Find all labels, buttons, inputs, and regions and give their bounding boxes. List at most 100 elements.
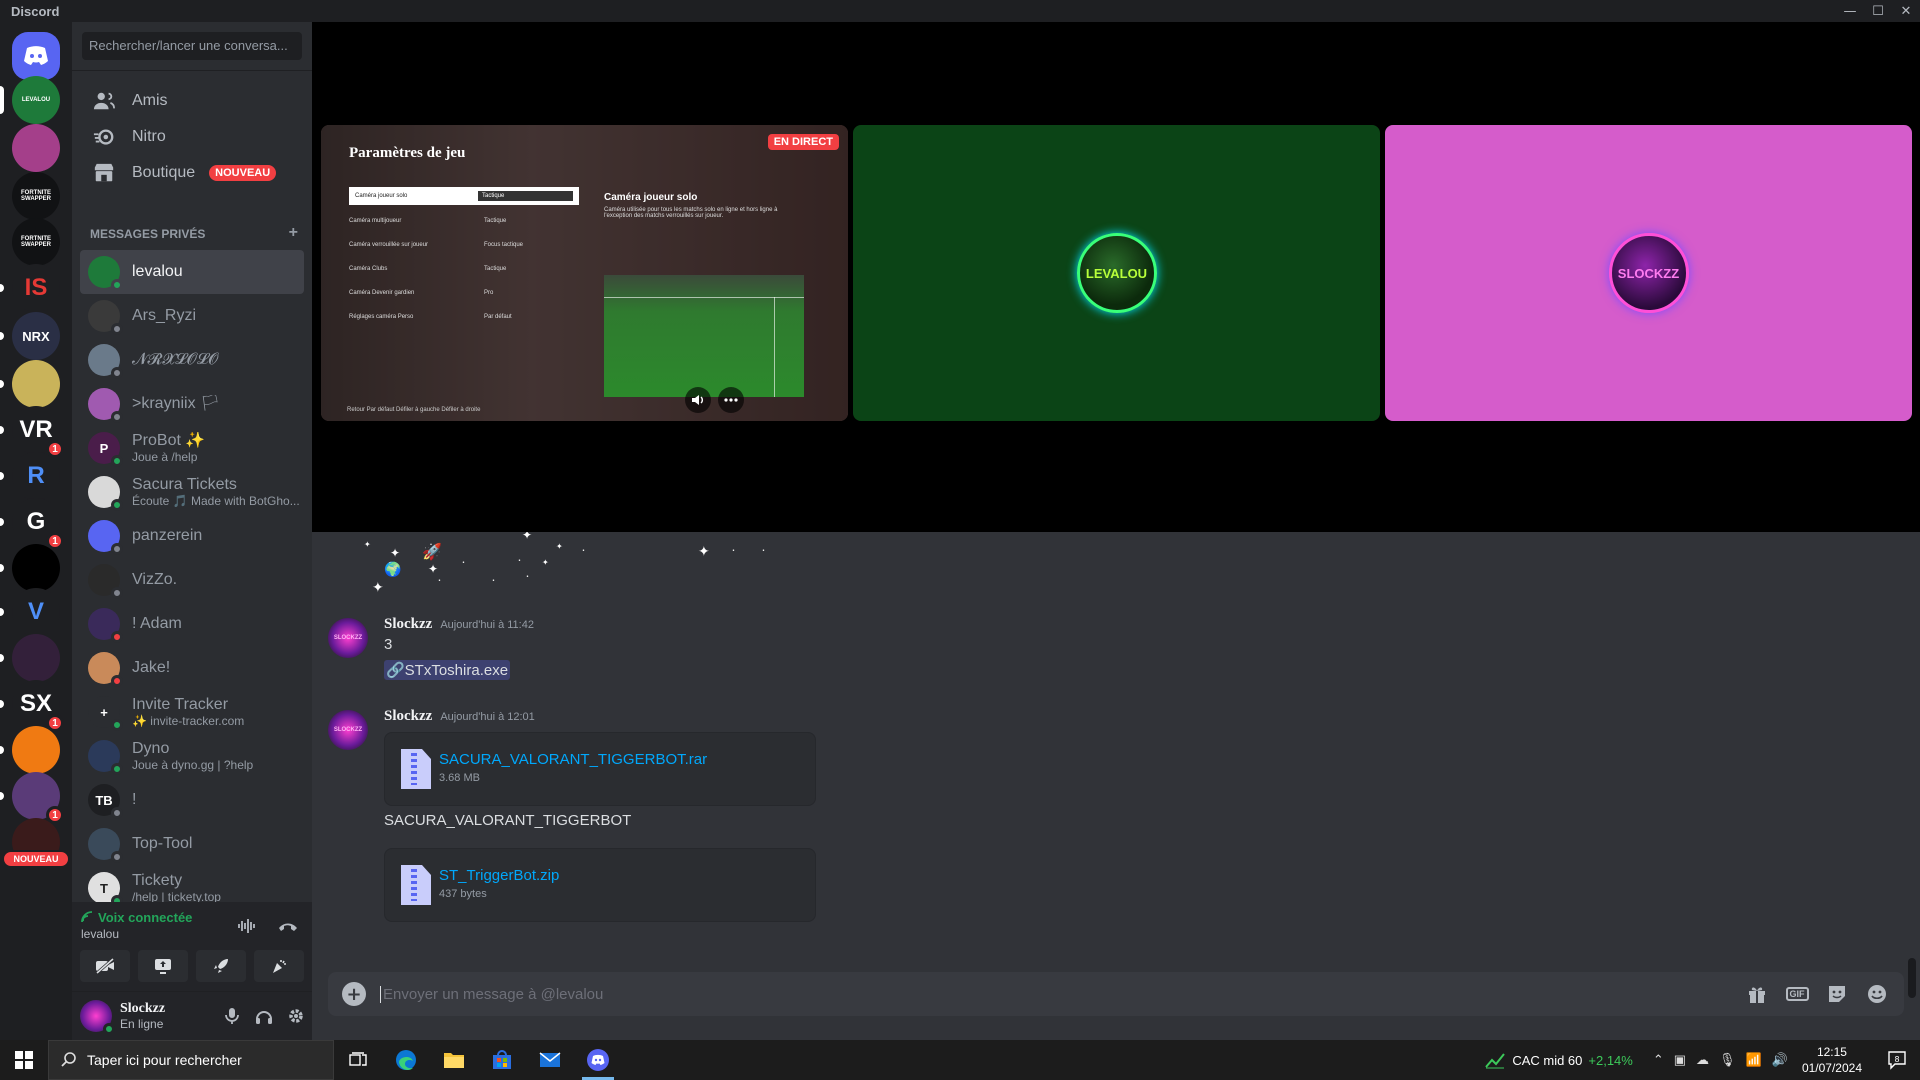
add-dm-button[interactable]: +	[289, 225, 298, 241]
taskbar-store[interactable]	[478, 1040, 526, 1080]
attach-button[interactable]: +	[342, 982, 366, 1006]
stream-menu-row: Caméra Devenir gardien Pro	[349, 281, 579, 305]
message-author[interactable]: Slockzz	[384, 708, 432, 725]
disconnect-button[interactable]	[272, 910, 304, 942]
server-icon-server-sx[interactable]: SX 1	[12, 680, 64, 732]
clock[interactable]: 12:15 01/07/2024	[1802, 1044, 1862, 1076]
task-view-button[interactable]	[334, 1040, 382, 1080]
network-icon[interactable]: 📶	[1746, 1052, 1762, 1068]
notification-center-button[interactable]: 8	[1882, 1050, 1912, 1070]
server-icon-fortnite-swapper-2[interactable]: FORTNITE SWAPPER	[12, 218, 60, 266]
voice-status-label: Voix connectée	[98, 910, 193, 925]
microphone-tray-icon[interactable]: 🎙	[1719, 1052, 1736, 1068]
user-info[interactable]: Slockzz En ligne	[120, 1001, 165, 1031]
server-icon-server-wolf[interactable]: 1	[12, 772, 64, 824]
server-icon-server-r[interactable]: R	[12, 452, 60, 500]
server-icon-server-g[interactable]: G1	[12, 498, 64, 550]
emoji-icon	[1868, 985, 1886, 1003]
attachment-name[interactable]: SACURA_VALORANT_TIGGERBOT.rar	[439, 751, 707, 768]
emoji-button[interactable]	[1864, 981, 1890, 1007]
sticker-button[interactable]	[1824, 981, 1850, 1007]
message-input[interactable]: Envoyer un message à @levalou	[380, 985, 1744, 1003]
server-icon-server-vr[interactable]: VR 1	[12, 406, 64, 458]
server-icon-server-is[interactable]: IS	[12, 264, 60, 312]
server-icon-levalou[interactable]: LEVALOU	[12, 76, 60, 124]
message-link[interactable]: 🔗STxToshira.exe	[384, 660, 511, 680]
dm-item[interactable]: Sacura Tickets Écoute 🎵 Made with BotGho.…	[80, 470, 304, 514]
dm-avatar	[88, 564, 123, 599]
stream-tile[interactable]: Paramètres de jeu Caméra joueur solo Tact…	[321, 125, 848, 421]
server-icon-server-shield[interactable]	[12, 634, 60, 682]
server-icon-server-nouveau[interactable]: NOUVEAU	[2, 818, 70, 868]
mail-icon	[539, 1052, 561, 1067]
stream-volume-button[interactable]	[685, 387, 711, 413]
stream-more-button[interactable]	[718, 387, 744, 413]
settings-button[interactable]	[280, 1000, 312, 1032]
deafen-button[interactable]	[248, 1000, 280, 1032]
chevron-up-icon[interactable]: ⌃	[1653, 1052, 1664, 1068]
server-label: LEVALOU	[21, 97, 51, 103]
message-avatar[interactable]: SLOCKZZ	[328, 710, 368, 750]
message-avatar[interactable]: SLOCKZZ	[328, 618, 368, 658]
dm-item[interactable]: ! Adam	[80, 602, 304, 646]
dm-item[interactable]: P ProBot ✨ Joue à /help	[80, 426, 304, 470]
participant-tile-slockzz[interactable]: SLOCKZZ	[1385, 125, 1912, 421]
taskbar-edge[interactable]	[382, 1040, 430, 1080]
server-icon-server-yellow[interactable]	[12, 360, 60, 408]
participant-avatar: LEVALOU	[1076, 233, 1157, 313]
gif-button[interactable]: GIF	[1784, 981, 1810, 1007]
taskbar-explorer[interactable]	[430, 1040, 478, 1080]
maximize-button[interactable]: ☐	[1864, 0, 1892, 22]
gift-button[interactable]	[1744, 981, 1770, 1007]
start-button[interactable]	[0, 1040, 48, 1080]
file-attachment: SACURA_VALORANT_TIGGERBOT.rar 3.68 MB	[384, 732, 816, 806]
dm-item[interactable]: >krayniix 🏳	[80, 382, 304, 426]
chat-scrollbar[interactable]	[1908, 958, 1916, 998]
mute-button[interactable]	[216, 1000, 248, 1032]
dm-item[interactable]: VizZo.	[80, 558, 304, 602]
dm-item[interactable]: Top-Tool	[80, 822, 304, 866]
dm-item[interactable]: levalou	[80, 250, 304, 294]
folder-icon	[444, 1053, 464, 1068]
server-icon-server-orange[interactable]	[12, 726, 60, 774]
minimize-button[interactable]: —	[1836, 0, 1864, 22]
taskbar-search[interactable]: Taper ici pour rechercher	[48, 1040, 334, 1080]
dm-item[interactable]: TB!	[80, 778, 304, 822]
conversation-search-input[interactable]: Rechercher/lancer une conversa...	[82, 32, 302, 60]
stream-menu-value: Tactique	[484, 266, 507, 272]
message-author[interactable]: Slockzz	[384, 616, 432, 633]
stream-menu: Caméra joueur solo Tactique Caméra multijo…	[349, 187, 579, 329]
participant-tile-levalou[interactable]: LEVALOU	[853, 125, 1380, 421]
soundboard-button[interactable]	[254, 950, 304, 982]
nav-shop[interactable]: Boutique NOUVEAU	[80, 152, 304, 194]
screen-share-button[interactable]	[138, 950, 188, 982]
dm-item[interactable]: + Invite Tracker ✨ invite-tracker.com	[80, 690, 304, 734]
camera-off-button[interactable]	[80, 950, 130, 982]
noise-suppression-button[interactable]	[230, 910, 262, 942]
volume-icon[interactable]: 🔊	[1772, 1052, 1788, 1068]
voice-channel-name[interactable]: levalou	[81, 927, 119, 941]
server-icon-server-globe[interactable]	[12, 544, 60, 592]
user-avatar[interactable]	[80, 1000, 115, 1035]
server-icon-server-v[interactable]: V	[12, 588, 60, 636]
dm-item[interactable]: Dyno Joue à dyno.gg | ?help	[80, 734, 304, 778]
dm-item[interactable]: 𝓝𝓡𝓧𝓛𝓞𝓛𝓞	[80, 338, 304, 382]
server-icon-server-pink[interactable]	[12, 124, 60, 172]
stream-menu-label: Caméra multijoueur	[349, 218, 402, 224]
server-icon-fortnite-swapper-1[interactable]: FORTNITE SWAPPER	[12, 172, 60, 220]
taskbar-discord[interactable]	[574, 1040, 622, 1080]
dm-item[interactable]: Ars_Ryzi	[80, 294, 304, 338]
dm-item[interactable]: panzerein	[80, 514, 304, 558]
dm-avatar-initials: +	[100, 704, 108, 720]
attachment-name[interactable]: ST_TriggerBot.zip	[439, 867, 559, 884]
activity-button[interactable]	[196, 950, 246, 982]
meet-now-icon[interactable]: ▣	[1674, 1052, 1686, 1068]
onedrive-icon[interactable]: ☁	[1696, 1052, 1709, 1068]
stock-widget[interactable]: CAC mid 60 +2,14%	[1484, 1051, 1633, 1069]
taskbar-mail[interactable]	[526, 1040, 574, 1080]
server-icon-Discord home[interactable]	[12, 32, 60, 80]
close-button[interactable]: ✕	[1892, 0, 1920, 22]
dm-item[interactable]: Jake!	[80, 646, 304, 690]
server-icon-server-nrx[interactable]: NRX	[12, 312, 60, 360]
more-icon	[724, 398, 738, 402]
